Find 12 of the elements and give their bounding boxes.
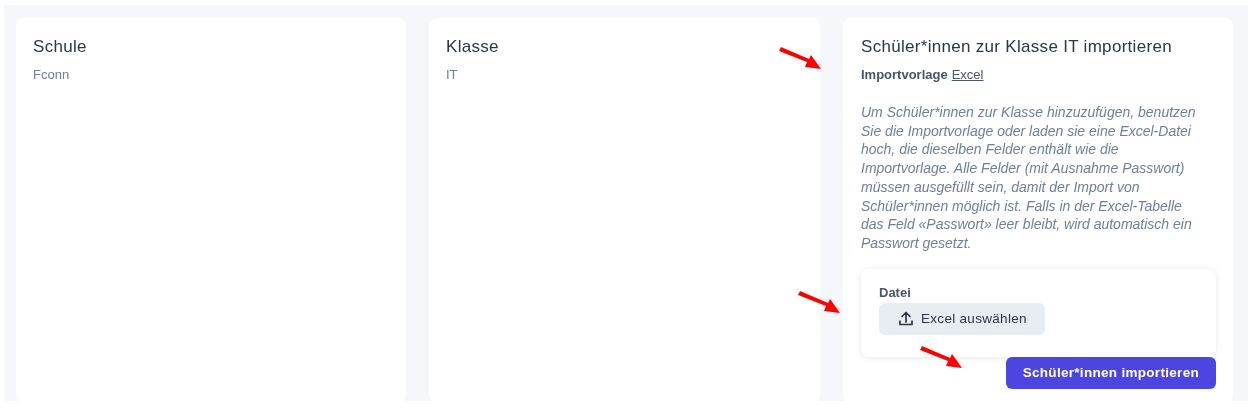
card-value: Fconn	[33, 67, 71, 82]
card-title: Klasse	[446, 37, 500, 57]
card-value: IT	[446, 67, 459, 82]
card-title: Schüler*innen zur Klasse IT importieren	[861, 37, 1173, 57]
upload-icon	[899, 311, 913, 327]
field-label: Datei	[879, 284, 912, 300]
import-button[interactable]: Schüler*innen importieren	[1005, 356, 1216, 389]
template-label: Importvorlage	[861, 67, 948, 82]
card-title: Schule	[33, 37, 88, 57]
description-text: Um Schüler*innen zur Klasse hinzuzufügen, benutzen Sie die Importvorlage oder laden sie eine Excel-Datei hoch, die dieselben Felder enthält wie die Importvorlage. Alle Felder (mit Ausnahme Passwort) müssen ausgefüllt sein, damit der Import von Schüler*innen möglich ist. Falls in der Excel-Tabelle das Feld «Passwort» leer bleibt, wird automatisch ein Passwort gesetzt.	[861, 103, 1197, 253]
template-link[interactable]: Excel	[951, 67, 984, 82]
file-select-button[interactable]: Excel auswählen	[879, 302, 1045, 335]
